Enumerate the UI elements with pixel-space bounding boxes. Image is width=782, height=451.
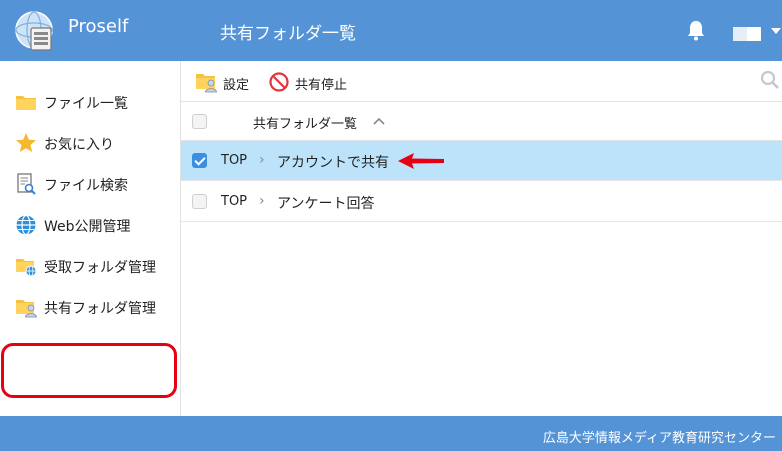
app-header: Proself 共有フォルダ一覧	[0, 0, 782, 61]
sidebar-item-web-publish[interactable]: Web公開管理	[0, 204, 180, 244]
toolbar: 設定 共有停止	[181, 61, 782, 102]
globe-icon	[16, 214, 36, 236]
row-checkbox[interactable]	[192, 153, 207, 168]
chevron-right-icon: ›	[259, 152, 265, 168]
avatar-block	[733, 27, 747, 41]
footer-organization: 広島大学情報メディア教育研究センター	[542, 431, 776, 446]
breadcrumb-root[interactable]: TOP	[221, 153, 247, 168]
star-icon	[16, 133, 36, 152]
sidebar-item-label: 共有フォルダ管理	[44, 301, 156, 317]
table-row[interactable]: TOP › アンケート回答	[181, 182, 782, 222]
folder-icon	[16, 96, 36, 110]
sort-ascending-icon[interactable]	[373, 116, 385, 126]
shared-folder-icon	[16, 300, 37, 318]
app-footer: 広島大学情報メディア教育研究センター	[0, 416, 782, 451]
shared-folder-name[interactable]: アンケート回答	[277, 193, 374, 213]
list-header: 共有フォルダ一覧	[181, 102, 782, 141]
stop-sharing-label: 共有停止	[295, 78, 348, 93]
sidebar-item-shared-folder[interactable]: 共有フォルダ管理	[0, 286, 180, 326]
user-avatar[interactable]	[733, 27, 763, 41]
user-menu-caret-icon[interactable]	[771, 28, 781, 34]
column-header-name[interactable]: 共有フォルダ一覧	[253, 113, 357, 132]
avatar-block	[747, 27, 761, 41]
select-all-checkbox[interactable]	[192, 114, 207, 129]
shared-folder-settings-icon	[196, 74, 217, 93]
breadcrumb-root[interactable]: TOP	[221, 194, 247, 209]
sidebar-item-label: ファイル一覧	[44, 96, 128, 112]
settings-label: 設定	[223, 78, 250, 93]
chevron-right-icon: ›	[259, 193, 265, 209]
proself-logo-icon	[15, 11, 53, 51]
sidebar-item-label: Web公開管理	[44, 219, 131, 235]
brand-name: Proself	[68, 16, 129, 37]
shared-folder-name[interactable]: アカウントで共有	[277, 152, 389, 172]
stop-sharing-button[interactable]: 共有停止	[267, 70, 357, 94]
search-icon[interactable]	[760, 70, 780, 90]
highlight-annotation	[1, 343, 177, 398]
sidebar-item-file-list[interactable]: ファイル一覧	[0, 81, 180, 121]
sidebar-item-label: ファイル検索	[44, 178, 128, 194]
sidebar-item-receive-folder[interactable]: 受取フォルダ管理	[0, 245, 180, 285]
sidebar-item-label: お気に入り	[44, 137, 114, 153]
folder-globe-icon	[16, 259, 37, 277]
sidebar-item-favorites[interactable]: お気に入り	[0, 122, 180, 162]
table-row[interactable]: TOP › アカウントで共有	[181, 141, 782, 181]
page-title: 共有フォルダ一覧	[220, 24, 356, 44]
settings-button[interactable]: 設定	[195, 70, 255, 94]
sidebar-item-label: 受取フォルダ管理	[44, 260, 156, 276]
annotation-arrow-icon	[398, 153, 444, 169]
prohibited-icon	[269, 72, 289, 92]
row-checkbox[interactable]	[192, 194, 207, 209]
file-search-icon	[17, 173, 36, 195]
notification-bell-icon[interactable]	[686, 19, 706, 41]
sidebar: ファイル一覧 お気に入り ファイル検索 Web公開管理 受取フォルダ管理 共有フ…	[0, 61, 181, 416]
sidebar-item-file-search[interactable]: ファイル検索	[0, 163, 180, 203]
